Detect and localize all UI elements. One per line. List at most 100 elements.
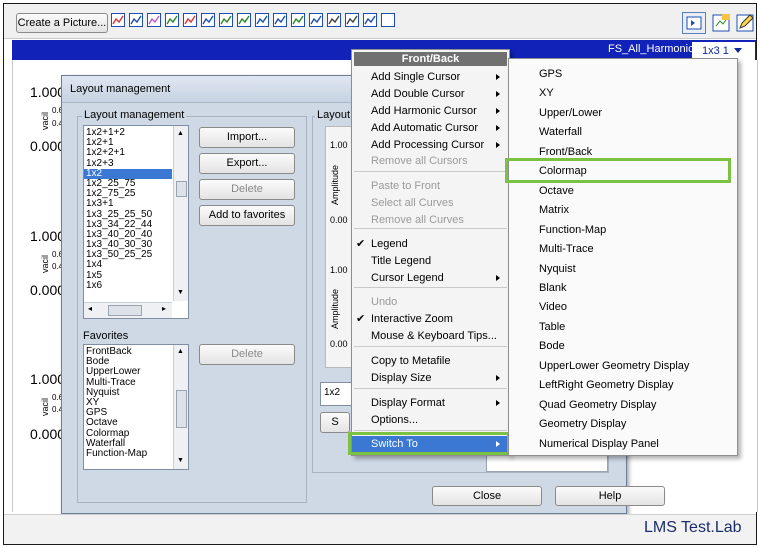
- favorite-list-item[interactable]: Octave: [84, 418, 172, 428]
- plot2-max-label: 1.000: [30, 228, 66, 244]
- stacked-chart-icon[interactable]: [129, 13, 143, 27]
- menu-item-add-double-cursor[interactable]: Add Double Cursor: [352, 86, 509, 103]
- menu-item-copy-to-metafile[interactable]: Copy to Metafile: [352, 353, 509, 370]
- table-icon[interactable]: [327, 13, 341, 27]
- submenu-item-xy[interactable]: XY: [539, 87, 554, 99]
- layout-tab-label: 1x3 1: [702, 45, 729, 57]
- table2-icon[interactable]: [345, 13, 359, 27]
- plot3-zero-label: 0.000: [30, 426, 66, 442]
- menu-item-display-format[interactable]: Display Format: [352, 395, 509, 412]
- submenu-item-upper-lower[interactable]: Upper/Lower: [539, 107, 602, 119]
- menu-item-undo[interactable]: Undo: [352, 294, 509, 311]
- layouts-scroll-thumb[interactable]: [176, 181, 187, 197]
- menu-item-options[interactable]: Options...: [352, 412, 509, 429]
- multi-trace-icon[interactable]: [165, 13, 179, 27]
- add-to-favorites-button[interactable]: Add to favorites: [199, 205, 295, 226]
- preview-status-box: [486, 454, 608, 472]
- help-button[interactable]: Help: [555, 486, 665, 506]
- save-layout-button[interactable]: S: [320, 412, 350, 433]
- menu-item-add-single-cursor[interactable]: Add Single Cursor: [352, 69, 509, 86]
- export-button[interactable]: Export...: [199, 153, 295, 174]
- menu-item-label: Display Size: [371, 372, 432, 384]
- checkmark-icon: ✔: [356, 238, 366, 250]
- layouts-hscroll[interactable]: ◂ ▸: [84, 302, 172, 318]
- menu-item-add-automatic-cursor[interactable]: Add Automatic Cursor: [352, 120, 509, 137]
- scroll-right-arrow-icon[interactable]: ▸: [162, 304, 166, 313]
- menu-item-add-harmonic-cursor[interactable]: Add Harmonic Cursor: [352, 103, 509, 120]
- function-icon[interactable]: [273, 13, 287, 27]
- submenu-item-octave[interactable]: Octave: [539, 185, 574, 197]
- menu-item-label: Remove all Cursors: [371, 155, 468, 167]
- submenu-item-matrix[interactable]: Matrix: [539, 204, 569, 216]
- create-picture-button[interactable]: Create a Picture...: [16, 13, 108, 33]
- submenu-item-table[interactable]: Table: [539, 321, 565, 333]
- blank-icon[interactable]: [381, 13, 395, 27]
- menu-item-cursor-legend[interactable]: Cursor Legend: [352, 270, 509, 287]
- menu-item-paste-to-front[interactable]: Paste to Front: [352, 178, 509, 195]
- submenu-item-blank[interactable]: Blank: [539, 282, 567, 294]
- submenu-item-numerical-display-panel[interactable]: Numerical Display Panel: [539, 438, 659, 450]
- layouts-list[interactable]: 1x2+1+2 1x2+1 1x2+2+1 1x2+3 1x2 1x2_25_75 1x2_…: [83, 125, 189, 319]
- submenu-arrow-icon: [496, 275, 500, 281]
- delete-layout-button[interactable]: Delete: [199, 179, 295, 200]
- scroll-up-arrow-icon[interactable]: ▲: [177, 130, 184, 137]
- submenu-item-quad-geometry-display[interactable]: Quad Geometry Display: [539, 399, 656, 411]
- colormap-icon[interactable]: [255, 13, 269, 27]
- submenu-item-multi-trace[interactable]: Multi-Trace: [539, 243, 594, 255]
- favorites-scroll-thumb[interactable]: [176, 390, 187, 428]
- polar-icon[interactable]: [183, 13, 197, 27]
- context-menu-title: Front/Back: [354, 52, 507, 66]
- submenu-item-function-map[interactable]: Function-Map: [539, 224, 606, 236]
- menu-item-select-all-curves[interactable]: Select all Curves: [352, 195, 509, 212]
- layouts-vscroll[interactable]: ▲ ▼: [173, 126, 188, 301]
- export-icon[interactable]: [710, 12, 732, 34]
- menu-item-interactive-zoom[interactable]: Interactive Zoom ✔: [352, 311, 509, 328]
- layout-list-item[interactable]: 1x6: [84, 280, 172, 291]
- scroll-down-arrow-icon[interactable]: ▼: [177, 289, 184, 296]
- favorites-list[interactable]: FrontBack Bode UpperLower Multi-Trace Nyquis…: [83, 344, 189, 470]
- bar-chart-icon[interactable]: [237, 13, 251, 27]
- image-icon[interactable]: [219, 13, 233, 27]
- plot1-max-label: 1.000: [30, 84, 66, 100]
- scroll-left-arrow-icon[interactable]: ◂: [88, 304, 92, 313]
- submenu-item-gps[interactable]: GPS: [539, 68, 562, 80]
- menu-item-label: Select all Curves: [371, 197, 454, 209]
- menu-item-remove-all-cursors[interactable]: Remove all Cursors: [352, 153, 509, 170]
- submenu-item-front-back[interactable]: Front/Back: [539, 146, 592, 158]
- menu-item-mouse-keyboard-tips[interactable]: Mouse & Keyboard Tips...: [352, 328, 509, 345]
- submenu-item-waterfall[interactable]: Waterfall: [539, 126, 582, 138]
- layouts-hscroll-thumb[interactable]: [108, 305, 142, 316]
- fit-window-icon[interactable]: [682, 12, 706, 34]
- scroll-down-arrow-icon[interactable]: ▼: [177, 457, 184, 464]
- menu-item-title-legend[interactable]: Title Legend: [352, 253, 509, 270]
- line-chart-icon[interactable]: [111, 13, 125, 27]
- menu-item-add-processing-cursor[interactable]: Add Processing Cursor: [352, 137, 509, 154]
- submenu-item-geometry-display[interactable]: Geometry Display: [539, 418, 626, 430]
- marker-icon[interactable]: [309, 13, 323, 27]
- favorite-list-item[interactable]: Function-Map: [84, 448, 172, 459]
- favorites-label: Favorites: [83, 330, 129, 342]
- cursor-icon[interactable]: [363, 13, 377, 27]
- menu-item-remove-all-curves[interactable]: Remove all Curves: [352, 212, 509, 229]
- submenu-item-video[interactable]: Video: [539, 301, 567, 313]
- layout-list-item[interactable]: 1x3+1: [84, 199, 172, 209]
- grid-icon[interactable]: [201, 13, 215, 27]
- menu-item-legend[interactable]: Legend ✔: [352, 236, 509, 253]
- delete-favorite-button[interactable]: Delete: [199, 344, 295, 365]
- submenu-item-bode[interactable]: Bode: [539, 340, 565, 352]
- submenu-item-nyquist[interactable]: Nyquist: [539, 263, 576, 275]
- close-button[interactable]: Close: [432, 486, 542, 506]
- submenu-item-upperlower-geometry-display[interactable]: UpperLower Geometry Display: [539, 360, 689, 372]
- preview-ymax-1: 1.00: [330, 140, 348, 150]
- list-icon[interactable]: [291, 13, 305, 27]
- preview-ymin-1: 0.00: [330, 215, 348, 225]
- favorites-vscroll[interactable]: ▲ ▼: [173, 345, 188, 469]
- waterfall-icon[interactable]: [147, 13, 161, 27]
- edit-icon[interactable]: [734, 12, 756, 34]
- submenu-item-leftright-geometry-display[interactable]: LeftRight Geometry Display: [539, 379, 674, 391]
- submenu-arrow-icon: [496, 74, 500, 80]
- menu-item-display-size[interactable]: Display Size: [352, 370, 509, 387]
- scroll-up-arrow-icon[interactable]: ▲: [177, 348, 184, 355]
- menu-separator: [354, 430, 507, 431]
- import-button[interactable]: Import...: [199, 127, 295, 148]
